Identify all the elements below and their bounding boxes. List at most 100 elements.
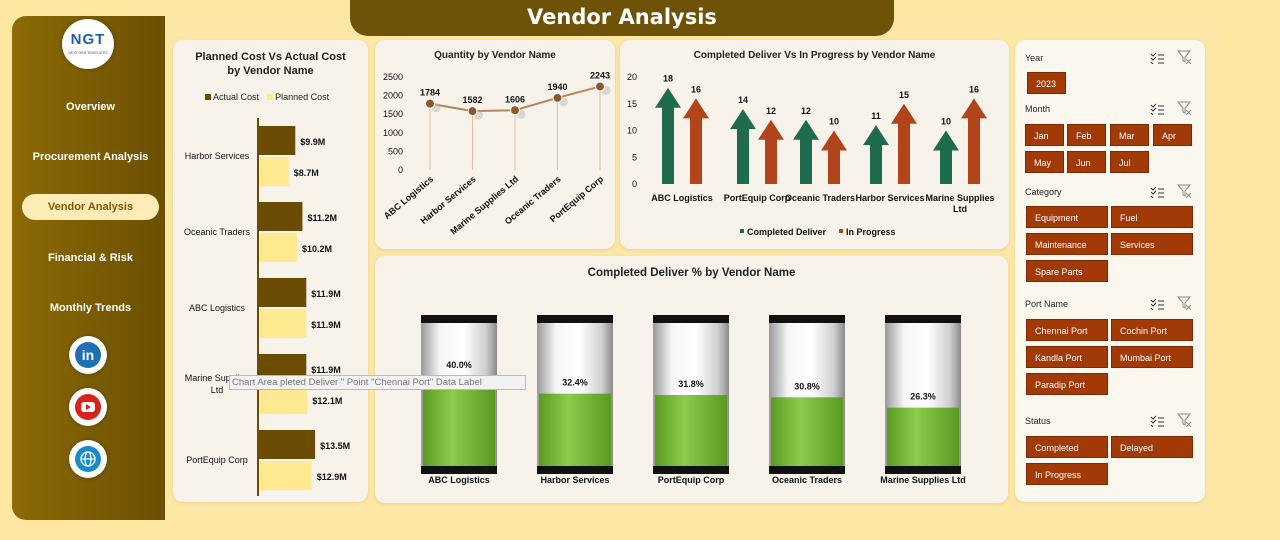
y-tick: 15 (627, 99, 637, 109)
quantity-point-3 (552, 92, 563, 103)
clear-filter-icon[interactable] (1176, 101, 1192, 116)
cost-chart-title: Planned Cost Vs Actual Cost by Vendor Na… (195, 51, 346, 77)
inprogress-arrow-0 (683, 98, 709, 184)
delivery-chart: 20 15 10 5 0 18 16 ABC Logistics 14 12 PortEquip C… (627, 72, 995, 237)
legend-actual-cost: Actual Cost (213, 92, 260, 102)
slicer-month-option[interactable]: May (1025, 151, 1064, 173)
clear-filter-icon[interactable] (1176, 413, 1192, 428)
slicer-title-category: Category (1025, 187, 1062, 197)
slicer-port-option[interactable]: Cochin Port (1111, 319, 1193, 341)
slicer-port-option[interactable]: Kandla Port (1026, 346, 1108, 368)
slicer-category-option[interactable]: Spare Parts (1026, 260, 1108, 282)
completed-arrow-3 (863, 125, 889, 184)
linkedin-button[interactable]: in (69, 336, 107, 374)
completed-arrow-4 (933, 130, 959, 184)
x-tick-4: Marine Supplies Ltd (880, 475, 966, 485)
y-tick: 20 (627, 72, 637, 82)
logo: NGT NEXT GEN TEMPLATES (62, 19, 114, 69)
youtube-button[interactable] (69, 388, 107, 426)
nav-item-overview[interactable]: Overview (22, 94, 159, 120)
inprogress-label-4: 16 (969, 84, 979, 94)
x-tick-1: PortEquip Corp (724, 193, 791, 203)
x-tick-4: Marine Supplies (925, 193, 994, 203)
percent-chart: 40.0% ABC Logistics 32.4% Harbor Services 31… (421, 315, 966, 485)
cylinder-cap-bottom-1 (537, 466, 613, 474)
slicer-month-option[interactable]: Feb (1067, 124, 1106, 146)
slicer-status-option[interactable]: Completed (1026, 436, 1108, 458)
slicer-status-option[interactable]: In Progress (1026, 463, 1108, 485)
slicer-category-option[interactable]: Maintenance (1026, 233, 1108, 255)
globe-icon (75, 446, 101, 472)
percent-label-2: 31.8% (678, 379, 704, 389)
slicer-category-option[interactable]: Services (1111, 233, 1193, 255)
linkedin-icon: in (75, 342, 101, 368)
website-button[interactable] (69, 440, 107, 478)
multi-select-icon[interactable] (1150, 414, 1164, 428)
slicer-month-option[interactable]: Mar (1110, 124, 1149, 146)
cylinder-cap-bottom-3 (769, 466, 845, 474)
bar-actual-0 (259, 126, 296, 155)
inprogress-arrow-4 (961, 98, 987, 184)
label-planned-3: $12.1M (312, 396, 342, 406)
label-planned-4: $12.9M (317, 472, 347, 482)
quantity-label-2: 1606 (505, 94, 525, 104)
cylinder-cap-top-2 (653, 315, 729, 323)
label-actual-0: $9.9M (300, 137, 325, 147)
clear-filter-icon[interactable] (1176, 184, 1192, 199)
youtube-icon (75, 394, 101, 420)
label-actual-4: $13.5M (320, 441, 350, 451)
slicer-status-option[interactable]: Delayed (1111, 436, 1193, 458)
cylinder-fill-1 (539, 393, 611, 468)
cost-chart: $9.9M $8.7M Harbor Services $11.2M $10.2M Oce… (184, 118, 350, 496)
slicer-month-option[interactable]: Jul (1110, 151, 1149, 173)
legend-completed-swatch (740, 229, 744, 233)
cylinder-cap-top-0 (421, 315, 497, 323)
bar-planned-4 (259, 461, 312, 490)
slicer-year-option[interactable]: 2023 (1027, 72, 1066, 94)
multi-select-icon[interactable] (1150, 51, 1164, 65)
bar-actual-2 (259, 278, 307, 307)
slicer-title-port: Port Name (1025, 299, 1069, 309)
quantity-chart: 2500 2000 1500 1000 500 0 1784 1582 1606 1940 2243… (382, 71, 611, 237)
slicer-category-option[interactable]: Fuel (1111, 206, 1193, 228)
category-label-4: PortEquip Corp (186, 455, 248, 465)
quantity-point-1 (467, 106, 478, 117)
slicer-month-option[interactable]: Jun (1067, 151, 1106, 173)
category-label-0: Harbor Services (185, 151, 250, 161)
cylinder-fill-4 (887, 407, 959, 468)
slicer-port-option[interactable]: Mumbai Port (1111, 346, 1193, 368)
clear-filter-icon[interactable] (1176, 296, 1192, 311)
inprogress-arrow-3 (891, 103, 917, 184)
bar-actual-1 (259, 202, 303, 231)
cylinder-cap-bottom-4 (885, 466, 961, 474)
multi-select-icon[interactable] (1150, 185, 1164, 199)
clear-filter-icon[interactable] (1176, 50, 1192, 65)
nav-item-monthly-trends[interactable]: Monthly Trends (22, 295, 159, 321)
percent-label-1: 32.4% (562, 378, 588, 388)
y-tick: 1000 (383, 128, 403, 138)
logo-text: NGT (70, 31, 106, 48)
slicer-month-option[interactable]: Apr (1153, 124, 1192, 146)
y-tick: 1500 (383, 109, 403, 119)
x-tick-0: ABC Logistics (651, 193, 713, 203)
y-tick: 500 (388, 146, 403, 156)
chart-tooltip: Chart Area pleted Deliver " Point "Chenn… (229, 375, 526, 390)
bar-actual-4 (259, 430, 316, 459)
slicer-port-option[interactable]: Chennai Port (1026, 319, 1108, 341)
multi-select-icon[interactable] (1150, 102, 1164, 116)
x-tick-0: ABC Logistics (428, 475, 490, 485)
slicer-month-option[interactable]: Jan (1025, 124, 1064, 146)
cylinder-cap-bottom-2 (653, 466, 729, 474)
multi-select-icon[interactable] (1150, 297, 1164, 311)
nav-item-procurement-analysis[interactable]: Procurement Analysis (22, 144, 159, 170)
cylinder-cap-bottom-0 (421, 466, 497, 474)
slicer-category-option[interactable]: Equipment (1026, 206, 1108, 228)
nav-item-vendor-analysis[interactable]: Vendor Analysis (22, 194, 159, 220)
nav-item-financial-risk[interactable]: Financial & Risk (22, 245, 159, 271)
completed-arrow-0 (655, 87, 681, 184)
slicer-title-status: Status (1025, 416, 1051, 426)
bar-planned-1 (259, 233, 297, 262)
inprogress-label-2: 10 (829, 117, 839, 127)
percent-label-3: 30.8% (794, 381, 820, 391)
slicer-port-option[interactable]: Paradip Port (1026, 373, 1108, 395)
